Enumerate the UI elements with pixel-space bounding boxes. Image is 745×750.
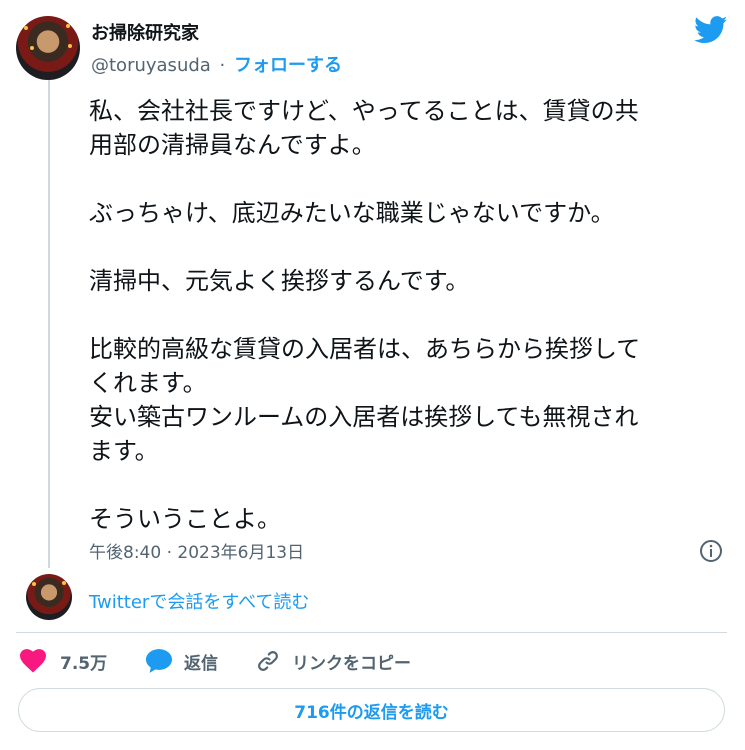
speech-bubble-icon	[146, 649, 172, 673]
reply-button[interactable]: 返信	[146, 646, 218, 676]
twitter-bird-icon[interactable]	[694, 16, 728, 44]
tweet-line: 安い築古ワンルームの入居者は挨拶しても無視され	[89, 403, 639, 431]
tweet-line: くれます。	[89, 369, 207, 397]
reply-label: 返信	[184, 653, 218, 674]
tweet-paragraph: 私、会社社長ですけど、やってることは、賃貸の共 用部の清掃員なんですよ。	[89, 94, 729, 162]
thread-line	[48, 80, 50, 568]
tweet-paragraph: 比較的高級な賃貸の入居者は、あちらから挨拶して くれます。 安い築古ワンルームの…	[89, 332, 729, 468]
like-count: 7.5万	[60, 653, 108, 674]
tweet-line: そういうことよ。	[89, 505, 281, 533]
tweet-line: 用部の清掃員なんですよ。	[89, 131, 376, 159]
tweet-timestamp[interactable]: 午後8:40 · 2023年6月13日	[89, 538, 304, 563]
author-display-name[interactable]: お掃除研究家	[91, 19, 199, 45]
tweet-text: 私、会社社長ですけど、やってることは、賃貸の共 用部の清掃員なんですよ。 ぶっち…	[89, 94, 729, 536]
read-conversation-link[interactable]: Twitterで会話をすべて読む	[89, 588, 309, 614]
link-icon	[258, 651, 278, 671]
copy-link-label: リンクをコピー	[292, 653, 411, 674]
tweet-line: 比較的高級な賃貸の入居者は、あちらから挨拶して	[89, 335, 641, 363]
author-handle[interactable]: @toruyasuda	[91, 55, 211, 76]
tweet-line: ぶっちゃけ、底辺みたいな職業じゃないですか。	[89, 199, 615, 227]
tweet-line: ます。	[89, 437, 159, 465]
heart-icon	[20, 649, 46, 673]
author-avatar[interactable]	[16, 16, 80, 80]
info-icon[interactable]	[699, 539, 723, 563]
like-button[interactable]: 7.5万	[20, 646, 107, 676]
tweet-line: 清掃中、元気よく挨拶するんです。	[89, 267, 470, 295]
tweet-paragraph: ぶっちゃけ、底辺みたいな職業じゃないですか。	[89, 196, 729, 230]
tweet-paragraph: そういうことよ。	[89, 502, 729, 536]
separator-dot: ·	[219, 55, 226, 76]
tweet-line: 私、会社社長ですけど、やってることは、賃貸の共	[89, 97, 639, 125]
conversation-avatar[interactable]	[26, 574, 72, 620]
copy-link-button[interactable]: リンクをコピー	[256, 646, 411, 676]
tweet-paragraph: 清掃中、元気よく挨拶するんです。	[89, 264, 729, 298]
author-handle-row: @toruyasuda · フォローする	[91, 51, 342, 77]
divider	[16, 632, 727, 633]
read-replies-button[interactable]: 716件の返信を読む	[18, 688, 725, 732]
follow-button[interactable]: フォローする	[234, 55, 342, 76]
